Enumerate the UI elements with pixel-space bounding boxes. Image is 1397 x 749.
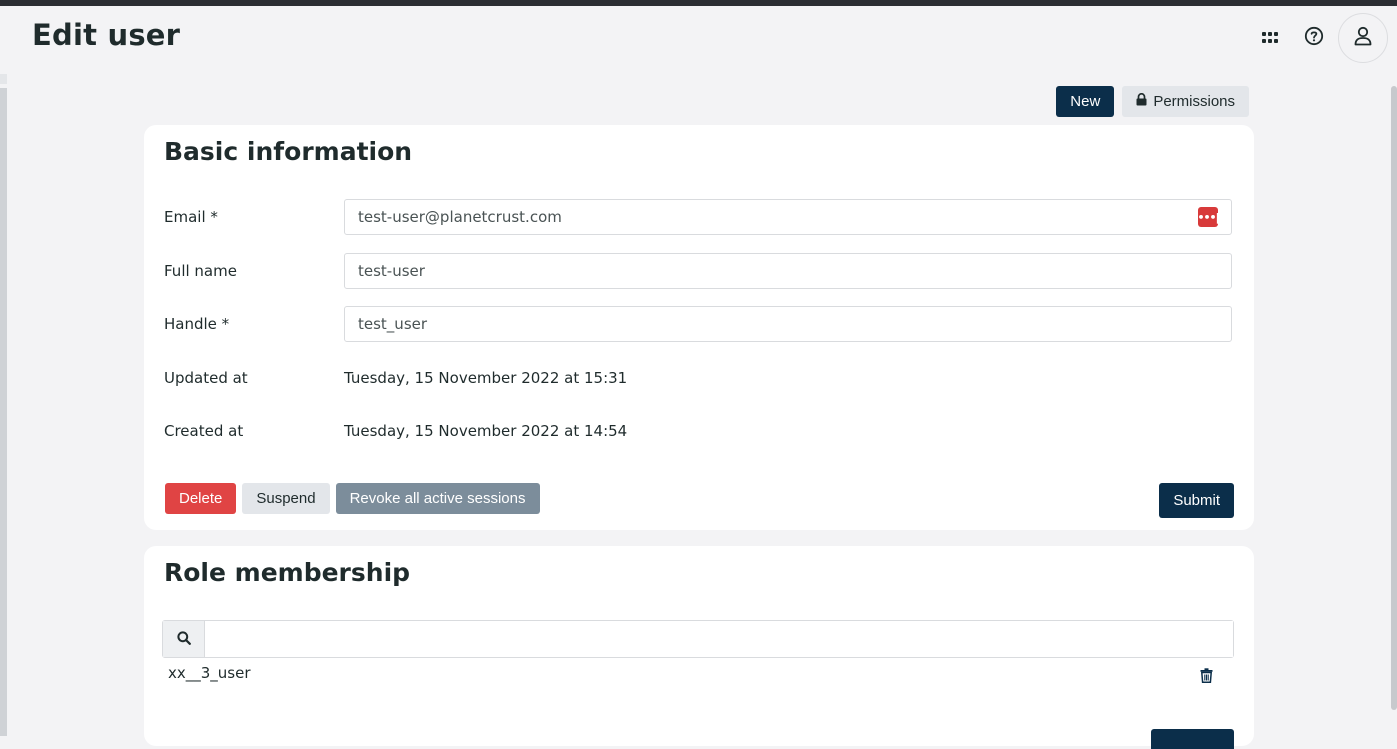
suspend-button[interactable]: Suspend bbox=[242, 483, 330, 514]
browser-top-strip bbox=[0, 0, 1397, 6]
left-sidebar-edge bbox=[0, 88, 7, 736]
user-menu-button[interactable] bbox=[1338, 13, 1388, 63]
role-search-input[interactable] bbox=[205, 621, 1233, 657]
password-manager-icon[interactable]: •••| bbox=[1197, 207, 1220, 227]
search-addon bbox=[163, 621, 205, 657]
email-field[interactable]: test-user@planetcrust.com •••| bbox=[344, 199, 1232, 235]
handle-label: Handle * bbox=[164, 315, 230, 333]
trash-icon bbox=[1200, 668, 1213, 687]
new-button[interactable]: New bbox=[1056, 86, 1115, 117]
user-icon bbox=[1354, 26, 1372, 50]
search-icon bbox=[176, 630, 191, 649]
basic-information-card: Basic information Email * test-user@plan… bbox=[144, 125, 1254, 530]
role-membership-card: Role membership xx__3_user bbox=[144, 546, 1254, 749]
permissions-button[interactable]: Permissions bbox=[1122, 86, 1249, 117]
permissions-label: Permissions bbox=[1153, 93, 1235, 110]
page-title: Edit user bbox=[32, 18, 181, 52]
roles-submit-button[interactable] bbox=[1151, 729, 1234, 749]
updated-at-row: Updated at Tuesday, 15 November 2022 at … bbox=[164, 359, 1234, 397]
full-name-value: test-user bbox=[358, 262, 425, 280]
apps-grid-button[interactable] bbox=[1250, 18, 1290, 58]
scrollbar[interactable] bbox=[1391, 86, 1397, 710]
help-icon bbox=[1304, 26, 1324, 50]
full-name-label: Full name bbox=[164, 262, 237, 280]
remove-role-button[interactable] bbox=[1200, 668, 1213, 687]
user-actions: Delete Suspend Revoke all active session… bbox=[165, 483, 540, 514]
handle-field[interactable]: test_user bbox=[344, 306, 1232, 342]
header-actions bbox=[1250, 13, 1388, 63]
full-name-row: Full name test-user bbox=[164, 252, 1234, 290]
email-row: Email * test-user@planetcrust.com •••| bbox=[164, 198, 1234, 236]
email-value: test-user@planetcrust.com bbox=[358, 208, 562, 226]
revoke-sessions-button[interactable]: Revoke all active sessions bbox=[335, 483, 540, 514]
email-label: Email * bbox=[164, 208, 218, 226]
created-at-row: Created at Tuesday, 15 November 2022 at … bbox=[164, 412, 1234, 450]
updated-at-value: Tuesday, 15 November 2022 at 15:31 bbox=[344, 369, 628, 387]
handle-value: test_user bbox=[358, 315, 428, 333]
role-membership-title: Role membership bbox=[164, 558, 411, 587]
apps-grid-icon bbox=[1262, 29, 1278, 48]
created-at-value: Tuesday, 15 November 2022 at 14:54 bbox=[344, 422, 628, 440]
updated-at-label: Updated at bbox=[164, 369, 248, 387]
full-name-field[interactable]: test-user bbox=[344, 253, 1232, 289]
created-at-label: Created at bbox=[164, 422, 244, 440]
handle-row: Handle * test_user bbox=[164, 305, 1234, 343]
page-toolbar: New Permissions bbox=[1056, 86, 1249, 117]
delete-button[interactable]: Delete bbox=[165, 483, 237, 514]
left-edge-notch bbox=[0, 74, 7, 84]
role-item: xx__3_user bbox=[168, 664, 251, 682]
role-search bbox=[162, 620, 1234, 658]
basic-information-title: Basic information bbox=[164, 137, 413, 166]
submit-button[interactable]: Submit bbox=[1159, 483, 1234, 518]
help-button[interactable] bbox=[1294, 18, 1334, 58]
lock-icon bbox=[1136, 93, 1147, 110]
